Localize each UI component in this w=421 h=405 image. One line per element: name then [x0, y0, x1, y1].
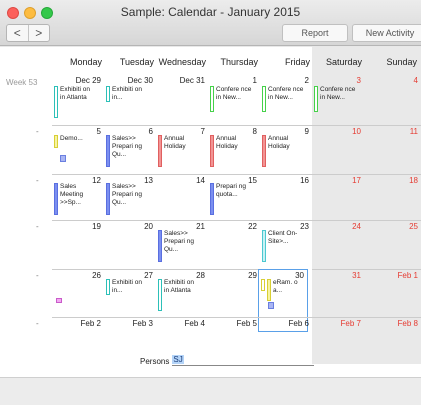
event-item[interactable]: Demo...: [54, 135, 96, 148]
event-item[interactable]: Annual Holiday: [262, 135, 304, 167]
event-item[interactable]: Client On- Site>...: [262, 230, 304, 262]
week-marker: -: [36, 127, 39, 136]
persons-label: Persons: [140, 357, 170, 366]
new-activity-button[interactable]: New Activity: [352, 24, 421, 42]
day-number: 3: [356, 76, 361, 85]
day-number: 18: [409, 176, 418, 185]
event-item[interactable]: Prepari ng quota...: [210, 183, 252, 215]
report-button[interactable]: Report: [282, 24, 348, 42]
persons-filter: Persons SJ: [140, 355, 315, 366]
event-item[interactable]: Sales Meeting >>Sp...: [54, 183, 96, 215]
day-cell[interactable]: Feb 6: [260, 317, 312, 380]
day-number: 19: [92, 222, 101, 231]
navigation-group: < >: [6, 24, 50, 42]
day-number: 5: [96, 127, 101, 136]
day-number: 20: [144, 222, 153, 231]
previous-month-button[interactable]: <: [7, 25, 28, 41]
day-number: Feb 6: [288, 319, 309, 328]
day-number: Dec 31: [179, 76, 205, 85]
day-cell[interactable]: Feb 7: [312, 317, 364, 380]
day-number: 26: [92, 271, 101, 280]
day-number: 2: [304, 76, 309, 85]
day-number: Feb 7: [340, 319, 361, 328]
day-cell[interactable]: Feb 5: [208, 317, 260, 380]
day-header-tuesday: Tuesday: [119, 57, 154, 67]
week-marker: -: [36, 319, 39, 328]
next-month-button[interactable]: >: [27, 25, 50, 41]
day-cell[interactable]: Feb 2: [52, 317, 104, 380]
day-header-sunday: Sunday: [386, 57, 417, 67]
day-number: 9: [304, 127, 309, 136]
day-number: 11: [409, 127, 418, 136]
day-number: 31: [352, 271, 361, 280]
event-marker[interactable]: [60, 155, 66, 162]
footer-bar: [0, 377, 421, 405]
week-number-label: Week 53: [6, 78, 38, 87]
month-calendar: Monday Tuesday Wednesday Thursday Friday…: [0, 47, 421, 377]
event-marker[interactable]: [56, 298, 62, 303]
event-item[interactable]: Exhibiti on in Atlanta: [158, 279, 200, 311]
day-header-wednesday: Wednesday: [158, 57, 206, 67]
week-marker: -: [36, 271, 39, 280]
day-number: 16: [300, 176, 309, 185]
day-number: 6: [148, 127, 153, 136]
day-header-friday: Friday: [284, 57, 310, 67]
event-item[interactable]: Sales>> Prepari ng Qu...: [158, 230, 200, 262]
day-number: 7: [200, 127, 205, 136]
day-cell[interactable]: Feb 8: [364, 317, 421, 380]
event-item[interactable]: Exhibiti on in...: [106, 86, 148, 102]
day-number: Feb 2: [80, 319, 101, 328]
day-number: Dec 30: [127, 76, 153, 85]
day-number: Feb 1: [397, 271, 418, 280]
day-number: 25: [409, 222, 418, 231]
event-item[interactable]: Sales>> Prepari ng Qu...: [106, 135, 148, 167]
window-title: Sample: Calendar - January 2015: [120, 5, 301, 19]
title-bar: Sample: Calendar - January 2015 < > Repo…: [0, 0, 421, 46]
day-header-saturday: Saturday: [325, 57, 362, 67]
day-number: 8: [252, 127, 257, 136]
day-number: Feb 4: [184, 319, 205, 328]
event-item[interactable]: Confere nce in New...: [314, 86, 356, 112]
event-item[interactable]: Confere nce in New...: [210, 86, 252, 112]
day-number: 1: [252, 76, 257, 85]
day-number: 4: [413, 76, 418, 85]
day-number: 24: [352, 222, 361, 231]
day-number: 10: [352, 127, 361, 136]
day-number: 22: [248, 222, 257, 231]
day-number: Feb 8: [397, 319, 418, 328]
day-header-monday: Monday: [69, 57, 102, 67]
day-header-thursday: Thursday: [220, 57, 258, 67]
event-item[interactable]: Sales>> Prepari ng Qu...: [106, 183, 148, 215]
persons-input[interactable]: SJ: [172, 355, 315, 366]
event-marker[interactable]: [268, 302, 274, 309]
week-marker: -: [36, 176, 39, 185]
event-item[interactable]: eRam. o a...: [267, 279, 305, 301]
event-item[interactable]: Annual Holiday: [210, 135, 252, 167]
event-item[interactable]: Exhibiti on in Atlanta: [54, 86, 96, 118]
day-number: 29: [248, 271, 257, 280]
event-item[interactable]: Exhibiti on in...: [106, 279, 148, 295]
persons-value: SJ: [172, 355, 184, 364]
day-number: Feb 5: [236, 319, 257, 328]
day-number: 17: [352, 176, 361, 185]
day-cell[interactable]: Feb 4: [156, 317, 208, 380]
event-item[interactable]: Annual Holiday: [158, 135, 200, 167]
week-marker: -: [36, 222, 39, 231]
day-number: Dec 29: [75, 76, 101, 85]
day-cell[interactable]: Feb 3: [104, 317, 156, 380]
event-item[interactable]: Confere nce in New...: [262, 86, 304, 112]
day-number: Feb 3: [132, 319, 153, 328]
event-marker[interactable]: [261, 279, 265, 291]
day-number: 14: [196, 176, 205, 185]
